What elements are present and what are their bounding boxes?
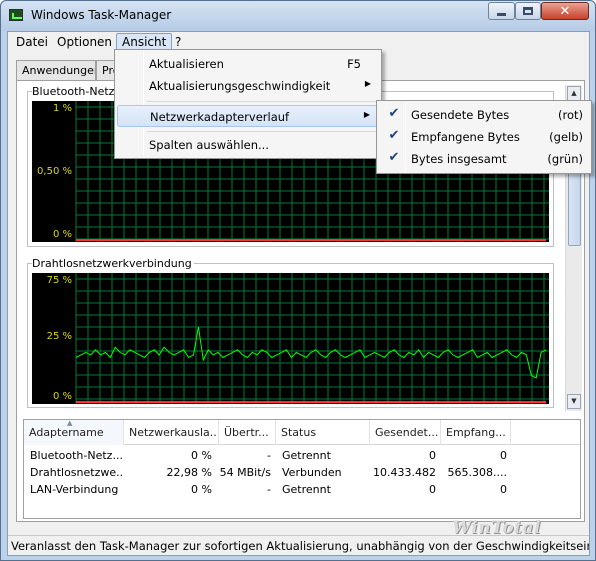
wlan-y-max: 75 % bbox=[46, 275, 72, 286]
submenu-empfangene-label: Empfangene Bytes bbox=[411, 130, 520, 144]
submenu-arrow-icon: ▶ bbox=[364, 79, 371, 88]
maximize-icon bbox=[523, 7, 533, 15]
adapter-cell: 565.308.... bbox=[447, 466, 507, 479]
adapter-cell: 0 bbox=[500, 449, 507, 462]
wlan-y-min: 0 % bbox=[52, 391, 72, 402]
sort-ascending-icon: ▲ bbox=[67, 420, 73, 427]
menu-item-aktualisieren[interactable]: Aktualisieren F5 bbox=[117, 53, 379, 75]
col-netzwerkauslastung[interactable]: Netzwerkausla... bbox=[124, 420, 219, 445]
adapter-cell: 0 % bbox=[191, 449, 212, 462]
adapter-cell: - bbox=[267, 483, 271, 496]
submenu-item-empfangene-bytes[interactable]: ✔ Empfangene Bytes (gelb) bbox=[379, 126, 589, 148]
submenu-item-gesendete-bytes[interactable]: ✔ Gesendete Bytes (rot) bbox=[379, 104, 589, 126]
col-uebertragungsrate[interactable]: Übertr... bbox=[219, 420, 276, 445]
bluetooth-y-min: 0 % bbox=[52, 229, 72, 240]
menu-item-netzwerkadapterverlauf[interactable]: Netzwerkadapterverlauf ▶ bbox=[117, 105, 379, 127]
adapter-cell: 0 bbox=[429, 483, 436, 496]
menu-item-spalten-auswaehlen[interactable]: Spalten auswählen... bbox=[117, 134, 379, 156]
menu-item-verlauf-label: Netzwerkadapterverlauf bbox=[150, 110, 290, 124]
netzwerkadapterverlauf-submenu: ✔ Gesendete Bytes (rot) ✔ Empfangene Byt… bbox=[376, 100, 592, 174]
submenu-insgesamt-color: (grün) bbox=[547, 152, 583, 166]
col-adaptername[interactable]: ▲ Adaptername bbox=[24, 420, 124, 445]
menu-item-spalten-label: Spalten auswählen... bbox=[149, 138, 269, 152]
minimize-button[interactable] bbox=[488, 2, 515, 20]
adapter-cell: 0 bbox=[500, 483, 507, 496]
checkmark-icon: ✔ bbox=[388, 106, 400, 121]
col-gesendet[interactable]: Gesendet... bbox=[370, 420, 441, 445]
adapter-list: ▲ Adaptername Netzwerkausla... Übertr...… bbox=[23, 419, 581, 519]
adapter-cell: Verbunden bbox=[282, 466, 342, 479]
adapter-row[interactable]: LAN-Verbindung 0 % - Getrennt 0 0 bbox=[24, 481, 580, 498]
submenu-insgesamt-label: Bytes insgesamt bbox=[411, 152, 507, 166]
tab-anwendungen[interactable]: Anwendungen bbox=[16, 60, 96, 80]
wlan-graph: 75 % 25 % 0 % bbox=[32, 273, 549, 404]
menu-separator bbox=[147, 131, 377, 132]
menu-item-aktualisierungsgeschwindigkeit[interactable]: Aktualisierungsgeschwindigkeit ▶ bbox=[117, 75, 379, 97]
submenu-empfangene-color: (gelb) bbox=[549, 130, 583, 144]
col-adaptername-label: Adaptername bbox=[29, 426, 104, 439]
submenu-gesendete-label: Gesendete Bytes bbox=[411, 108, 510, 122]
ansicht-menu: Aktualisieren F5 Aktualisierungsgeschwin… bbox=[114, 49, 382, 159]
adapter-cell: Bluetooth-Netz... bbox=[30, 449, 122, 462]
adapter-cell: Drahtlosnetzwe... bbox=[30, 466, 122, 479]
scroll-up-icon[interactable]: ▲ bbox=[567, 86, 581, 101]
menu-separator bbox=[147, 101, 377, 102]
bluetooth-y-mid: 0,50 % bbox=[37, 166, 72, 177]
title-bar[interactable]: Windows Task-Manager ✕ bbox=[1, 1, 595, 31]
adapter-cell: 22,98 % bbox=[166, 466, 212, 479]
checkmark-icon: ✔ bbox=[388, 128, 400, 143]
checkmark-icon: ✔ bbox=[388, 150, 400, 165]
submenu-arrow-icon: ▶ bbox=[363, 110, 370, 119]
adapter-cell: Getrennt bbox=[282, 483, 331, 496]
adapter-cell: - bbox=[267, 449, 271, 462]
col-status[interactable]: Status bbox=[276, 420, 370, 445]
submenu-item-bytes-insgesamt[interactable]: ✔ Bytes insgesamt (grün) bbox=[379, 148, 589, 170]
close-button[interactable]: ✕ bbox=[541, 2, 589, 20]
adapter-cell: 0 bbox=[429, 449, 436, 462]
adapter-list-header: ▲ Adaptername Netzwerkausla... Übertr...… bbox=[24, 420, 580, 445]
window-title: Windows Task-Manager bbox=[31, 8, 172, 22]
adapter-cell: 54 MBit/s bbox=[219, 466, 271, 479]
close-icon: ✕ bbox=[559, 3, 571, 19]
wlan-graph-label: Drahtlosnetzwerkverbindung bbox=[32, 257, 194, 270]
submenu-gesendete-color: (rot) bbox=[558, 108, 583, 122]
series-line-received bbox=[75, 326, 547, 379]
adapter-cell: 0 % bbox=[191, 483, 212, 496]
scroll-down-icon[interactable]: ▼ bbox=[567, 394, 581, 409]
adapter-cell: Getrennt bbox=[282, 449, 331, 462]
status-bar: Veranlasst den Task-Manager zur sofortig… bbox=[8, 535, 589, 555]
menu-datei[interactable]: Datei bbox=[10, 33, 54, 51]
col-empfangen[interactable]: Empfang... bbox=[441, 420, 511, 445]
adapter-cell: 10.433.482 bbox=[373, 466, 436, 479]
minimize-icon bbox=[497, 12, 506, 16]
maximize-button[interactable] bbox=[515, 2, 541, 20]
menu-item-aktualisieren-shortcut: F5 bbox=[347, 57, 361, 71]
menu-optionen[interactable]: Optionen bbox=[51, 33, 118, 51]
task-manager-icon bbox=[9, 9, 23, 21]
wlan-y-mid: 25 % bbox=[46, 331, 72, 342]
adapter-row[interactable]: Drahtlosnetzwe... 22,98 % 54 MBit/s Verbund… bbox=[24, 464, 580, 481]
wlan-graph-canvas bbox=[75, 273, 549, 404]
bluetooth-y-max: 1 % bbox=[52, 103, 72, 114]
adapter-row[interactable]: Bluetooth-Netz... 0 % - Getrennt 0 0 bbox=[24, 447, 580, 464]
menu-item-speed-label: Aktualisierungsgeschwindigkeit bbox=[149, 79, 331, 93]
adapter-cell: LAN-Verbindung bbox=[30, 483, 119, 496]
menu-item-aktualisieren-label: Aktualisieren bbox=[149, 57, 224, 71]
